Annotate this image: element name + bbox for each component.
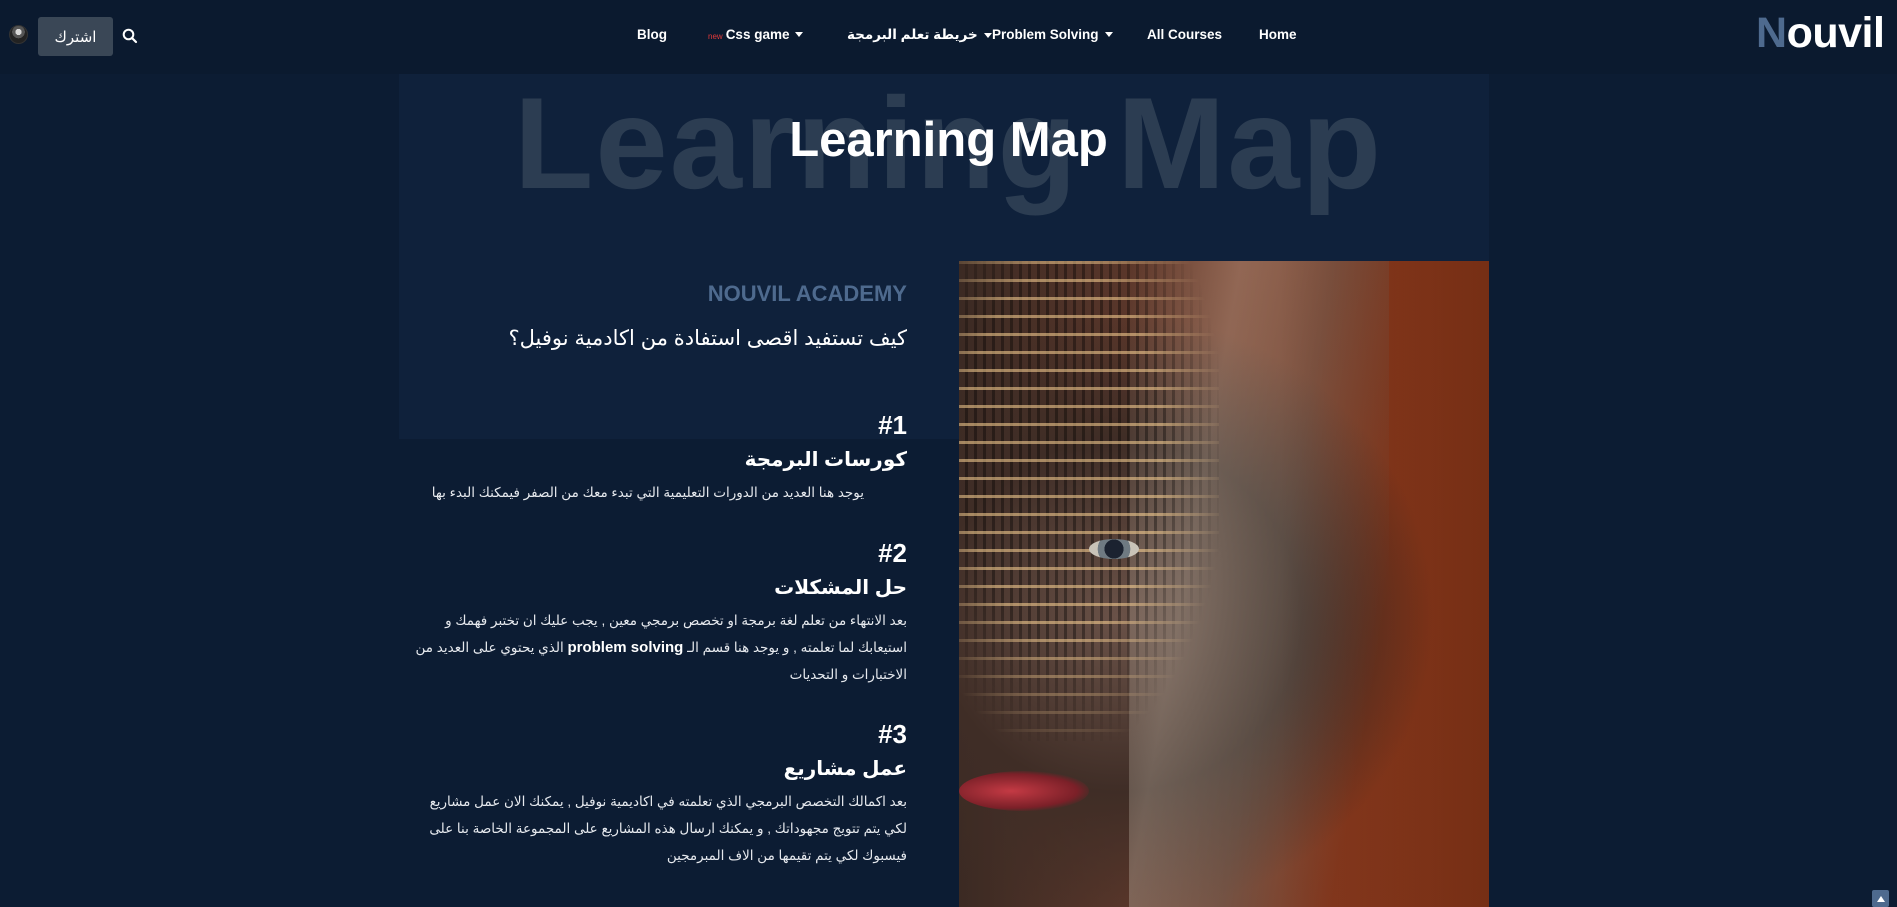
- step-title: عمل مشاريع: [783, 758, 907, 780]
- step-number: #3: [878, 719, 907, 749]
- nav-item-blog[interactable]: Blog: [637, 27, 667, 42]
- hero-photo: [959, 261, 1489, 907]
- nav-item-label: Home: [1259, 27, 1297, 42]
- nav-item-label: Problem Solving: [992, 27, 1099, 42]
- nav-item-label: Blog: [637, 27, 667, 42]
- logo-first-letter: N: [1756, 9, 1787, 57]
- step-text: بعد الانتهاء من تعلم لغة برمجة او تخصص ب…: [405, 607, 908, 688]
- nav-item-css-game[interactable]: new Css game: [708, 27, 804, 42]
- caret-down-icon: [795, 32, 804, 37]
- nav-item-learning-map[interactable]: خريطة تعلم البرمجة: [847, 27, 992, 43]
- caret-down-icon: [983, 32, 992, 38]
- photo-shade: [1279, 261, 1489, 907]
- main-question: كيف تستفيد اقصى استفادة من اكادمية نوفيل…: [508, 327, 908, 350]
- nav-item-home[interactable]: Home: [1259, 27, 1297, 42]
- nav-item-label: All Courses: [1147, 27, 1223, 42]
- nav-item-problem-solving[interactable]: Problem Solving: [992, 27, 1113, 42]
- step-2: #2 حل المشكلات بعد الانتهاء من تعلم لغة …: [405, 538, 908, 688]
- step-text: بعد اكمالك التخصص البرمجي الذي تعلمته في…: [429, 794, 907, 863]
- step-1: #1 كورسات البرمجة يوجد هنا العديد من الد…: [405, 410, 907, 506]
- nav-item-all-courses[interactable]: All Courses: [1147, 27, 1222, 42]
- arrow-up-icon: [1876, 895, 1885, 902]
- site-logo[interactable]: Nouvil: [1756, 9, 1885, 58]
- new-badge: new: [708, 32, 723, 41]
- problem-solving-highlight: problem solving: [567, 639, 684, 656]
- navbar: اشترك Blog new Css game خريطة تعلم البرم…: [0, 0, 1897, 74]
- step-title: كورسات البرمجة: [744, 449, 907, 471]
- photo-eye: [1089, 539, 1139, 559]
- caret-down-icon: [1104, 32, 1113, 37]
- photo-code-projection: [959, 261, 1219, 741]
- academy-label: NOUVIL ACADEMY: [707, 281, 907, 306]
- logo-rest: ouvil: [1786, 9, 1885, 57]
- step-number: #1: [878, 410, 907, 440]
- nav-item-label: Css game: [725, 27, 790, 42]
- nav-menu: Blog new Css game خريطة تعلم البرمجة Pro…: [0, 0, 1897, 74]
- page-title: Learning Map: [789, 113, 1108, 167]
- nav-item-label: خريطة تعلم البرمجة: [847, 27, 978, 42]
- step-3: #3 عمل مشاريع بعد اكمالك التخصص البرمجي …: [405, 719, 907, 869]
- photo-lips: [959, 771, 1089, 811]
- step-title: حل المشكلات: [774, 577, 907, 599]
- step-number: #2: [878, 538, 907, 568]
- scroll-top-button[interactable]: [1872, 890, 1889, 907]
- step-text: يوجد هنا العديد من الدورات التعليمية الت…: [431, 485, 864, 500]
